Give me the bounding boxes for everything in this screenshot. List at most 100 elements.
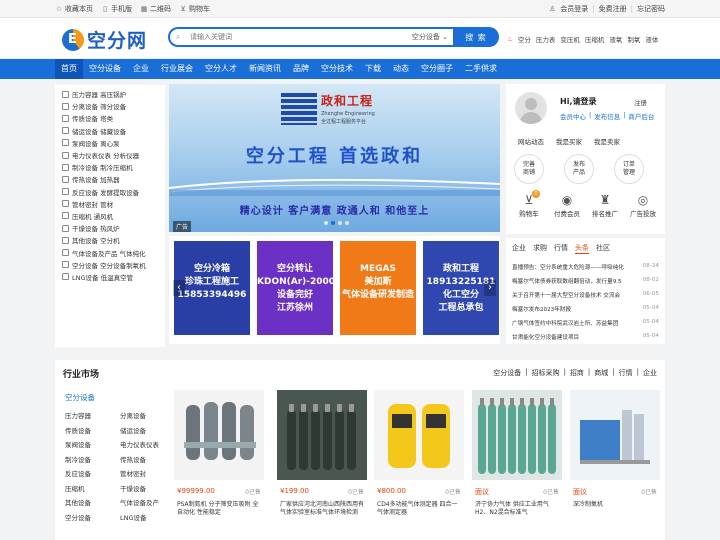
member-center-link[interactable]: 会员中心 (560, 111, 586, 121)
nav-item[interactable]: 品牌 (287, 59, 315, 79)
nav-item[interactable]: 新闻资讯 (243, 59, 287, 79)
market-category-link[interactable]: 泵阀设备 (65, 439, 120, 449)
nav-item[interactable]: 下载 (359, 59, 387, 79)
product-image[interactable] (570, 390, 660, 480)
forgot-password-link[interactable]: 忘记密码 (637, 4, 665, 14)
carousel-dot[interactable] (338, 221, 342, 225)
search-category-select[interactable]: 空分设备 ⌄ (412, 32, 448, 42)
product-image[interactable] (374, 390, 464, 480)
category-row[interactable]: 管材密封 管材 (55, 198, 165, 210)
nav-item[interactable]: 空分技术 (315, 59, 359, 79)
product-name[interactable]: CD4多功能气体测定器 四合一气体测定器 (377, 501, 463, 517)
market-category-link[interactable]: 其他设备 (65, 497, 120, 507)
quick-action-button[interactable]: 订单 管理 (614, 154, 644, 184)
category-row[interactable]: 空分设备 空分设备制氧机 (55, 259, 165, 271)
product-image[interactable] (472, 390, 562, 480)
market-category-link[interactable]: 空分设备 (65, 512, 120, 522)
product-image[interactable] (174, 390, 264, 480)
register-link[interactable]: 免费注册 (599, 4, 627, 14)
carousel-dot[interactable] (324, 221, 328, 225)
product-card[interactable]: ¥99999.00 0已售 PSA制氮机 分子筛变压吸附 全自动化 性能稳定 (171, 390, 267, 540)
ad-tile[interactable]: 空分冷箱 珍珠工程施工 15853394496 (174, 241, 250, 335)
login-greeting[interactable]: Hi,请登录 (560, 96, 596, 107)
market-link[interactable]: 空分设备 (493, 368, 521, 378)
market-link[interactable]: 招标采购 (532, 368, 560, 378)
market-link[interactable]: 招商 (570, 368, 584, 378)
quick-action-button[interactable]: 发布 产品 (564, 154, 594, 184)
news-tab[interactable]: 求购 (533, 243, 547, 254)
category-row[interactable]: LNG设备 低温真空管 (55, 271, 165, 283)
product-card[interactable]: 面议 0已售 济宁协力气体 供应工业用气 H2、N2混合标准气 (469, 390, 565, 540)
category-row[interactable]: 其他设备 空分机 (55, 234, 165, 246)
market-category-link[interactable]: 电力仪表仪表 (120, 439, 175, 449)
product-card[interactable]: 面议 0已售 深冷制氧机 (567, 390, 663, 540)
login-link[interactable]: 会员登录 (560, 4, 588, 14)
market-category-link[interactable]: LNG设备 (120, 512, 175, 522)
product-image[interactable] (277, 390, 367, 480)
prev-arrow-icon[interactable]: ‹ (173, 280, 185, 296)
news-item[interactable]: 直播预告：空分系统重大危险源——呼吸纯化 08-24 (512, 263, 659, 277)
tab-buyer[interactable]: 我是买家 (556, 136, 582, 146)
wallet-shortcut[interactable]: ◉ 付费会员 (550, 192, 584, 218)
nav-item[interactable]: 行业展会 (155, 59, 199, 79)
market-category-link[interactable]: 气体设备及产 (120, 497, 175, 507)
carousel-dot[interactable] (345, 221, 349, 225)
market-link[interactable]: 企业 (643, 368, 657, 378)
qrcode-link[interactable]: ▦ 二维码 (140, 4, 171, 14)
nav-item[interactable]: 空分圈子 (415, 59, 459, 79)
cart-shortcut[interactable]: ⊻ 0 购物车 (512, 190, 546, 218)
hot-keyword[interactable]: 制氧 (627, 34, 640, 44)
news-item[interactable]: 梅塞尔发布2023年财报 05-04 (512, 305, 659, 319)
category-row[interactable]: 反应设备 发酵提取设备 (55, 186, 165, 198)
search-button[interactable]: 搜 索 (453, 27, 499, 47)
bookmark-link[interactable]: ☆ 收藏本页 (55, 4, 93, 14)
nav-item[interactable]: 动态 (387, 59, 415, 79)
site-logo[interactable]: 空分网 (62, 26, 147, 53)
nav-item[interactable]: 空分人才 (199, 59, 243, 79)
product-card[interactable]: ¥800.00 0已售 CD4多功能气体测定器 四合一气体测定器 (371, 390, 467, 540)
hot-keyword[interactable]: 压缩机 (585, 34, 605, 44)
market-category-link[interactable]: 干燥设备 (120, 483, 175, 493)
product-name[interactable]: 厂家供应河北河南山西陕西用有气体实验室标准气体环境检测 (280, 501, 366, 517)
nav-item[interactable]: 空分设备 (83, 59, 127, 79)
hot-keyword[interactable]: 液体 (645, 34, 658, 44)
news-item[interactable]: 梅塞尔气体债券获取数组翻倍动，发行量9.5 08-02 (512, 277, 659, 291)
category-row[interactable]: 气体设备及产品 气体纯化 (55, 246, 165, 258)
ad-tile[interactable]: MEGAS 美加斯 气体设备研发制造 (340, 241, 416, 335)
market-category-link[interactable]: 管材密封 (120, 468, 175, 478)
merchant-backend-link[interactable]: 商户后台 (628, 111, 654, 121)
ad-tile[interactable]: 空分转让 KDON(Ar)-20000 设备完好 江苏徐州 (257, 241, 333, 335)
category-row[interactable]: 分离设备 筛分设备 (55, 100, 165, 112)
publish-info-link[interactable]: 发布信息 (594, 111, 620, 121)
market-category-link[interactable]: 压力容器 (65, 410, 120, 420)
register-link[interactable]: 注册 (634, 97, 647, 107)
news-tab[interactable]: 企业 (512, 243, 526, 254)
news-tab[interactable]: 行情 (554, 243, 568, 254)
market-category-link[interactable]: 传质设备 (65, 425, 120, 435)
news-tab[interactable]: 头条 (575, 243, 589, 254)
market-category-link[interactable]: 制冷设备 (65, 454, 120, 464)
product-card[interactable]: ¥199.00 0已售 厂家供应河北河南山西陕西用有气体实验室标准气体环境检测 (274, 390, 370, 540)
nav-item[interactable]: 首页 (55, 59, 83, 79)
category-row[interactable]: 传热设备 加热器 (55, 173, 165, 185)
product-name[interactable]: 深冷制氧机 (573, 501, 659, 509)
cart-link[interactable]: ⊻ 购物车 (179, 4, 210, 14)
category-row[interactable]: 电力仪表仪表 分析仪器 (55, 149, 165, 161)
category-row[interactable]: 制冷设备 制冷压缩机 (55, 161, 165, 173)
nav-item[interactable]: 二手供求 (459, 59, 503, 79)
market-category-link[interactable]: 反应设备 (65, 468, 120, 478)
news-tab[interactable]: 社区 (596, 243, 610, 254)
market-link[interactable]: 商城 (594, 368, 608, 378)
news-item[interactable]: 关于召开第十一届大型空分设备技术 交流会 06-05 (512, 291, 659, 305)
hot-keyword[interactable]: 空分 (518, 34, 531, 44)
product-name[interactable]: 济宁协力气体 供应工业用气 H2、N2混合标准气 (475, 501, 561, 517)
market-link[interactable]: 行情 (619, 368, 633, 378)
hot-keyword[interactable]: 液氧 (609, 34, 622, 44)
hot-keyword[interactable]: 压力表 (536, 34, 556, 44)
tab-site-news[interactable]: 网站动态 (518, 136, 544, 146)
hot-keyword[interactable]: 变压机 (560, 34, 580, 44)
product-name[interactable]: PSA制氮机 分子筛变压吸附 全自动化 性能稳定 (177, 501, 263, 517)
category-row[interactable]: 储运设备 储藏设备 (55, 125, 165, 137)
market-category-link[interactable]: 压缩机 (65, 483, 120, 493)
category-row[interactable]: 压缩机 通风机 (55, 210, 165, 222)
